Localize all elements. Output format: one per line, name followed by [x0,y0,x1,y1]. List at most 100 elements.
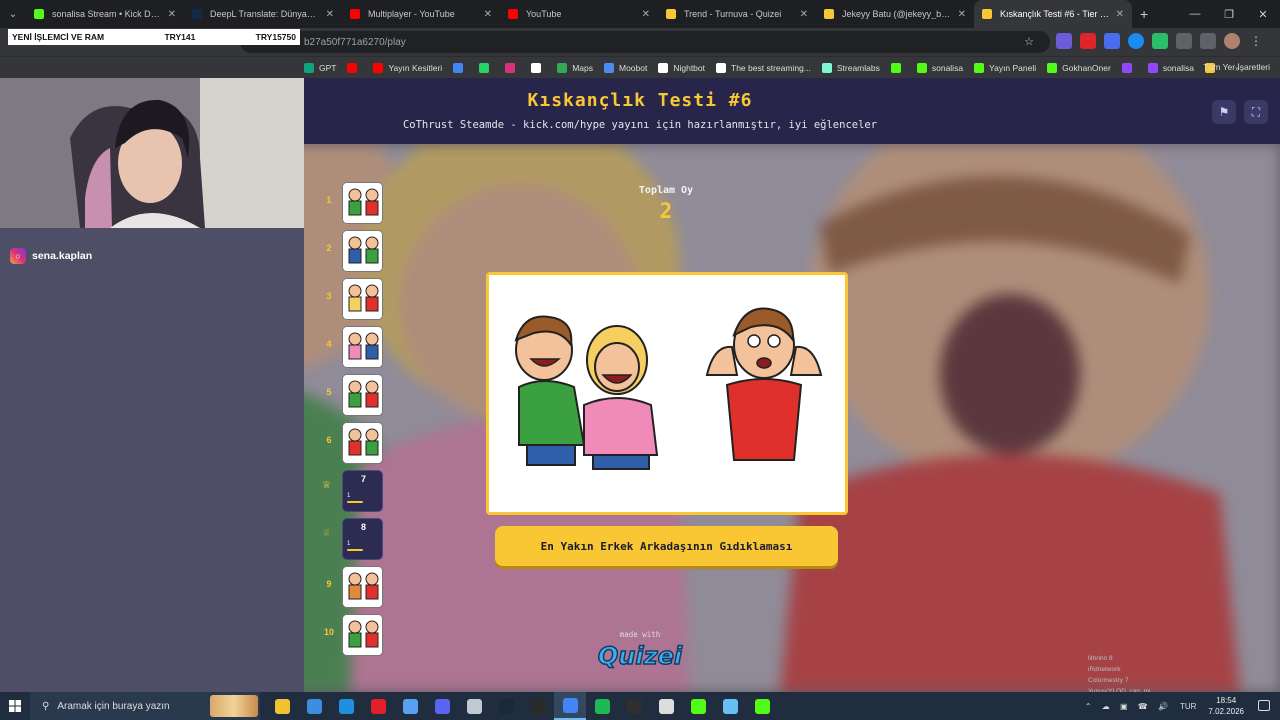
rank-slot-empty[interactable]: 81 [342,518,383,560]
red-extension-icon[interactable] [1080,33,1096,49]
notification-icon[interactable] [1258,700,1270,711]
tab-close-icon[interactable]: ✕ [958,9,966,20]
url-text[interactable]: b27a50f771a6270/play [304,37,406,48]
vpn-extension-icon[interactable] [1152,33,1168,49]
total-votes-count: 2 [659,199,673,223]
tab-close-icon[interactable]: ✕ [1116,9,1124,20]
bookmark-item[interactable] [453,62,468,73]
bookmark-icon [479,62,490,73]
answer-button[interactable]: En Yakın Erkek Arkadaşının Gıdıklaması [495,526,838,566]
taskbar-app[interactable] [298,692,330,720]
rank-slot-thumbnail[interactable] [342,230,383,272]
bookmark-item[interactable]: sonalisa [1147,62,1194,73]
taskbar-app[interactable] [554,692,586,720]
search-highlight-image[interactable] [210,695,258,717]
bookmark-item[interactable]: The best streaming... [716,62,811,73]
browser-tab[interactable]: Trend - Turnuva - Quizei ✕ [658,0,816,28]
taskbar-app[interactable] [714,692,746,720]
more-menu-icon[interactable]: ⋮ [1248,33,1264,49]
taskbar-app[interactable] [426,692,458,720]
browser-tab[interactable]: Jekeyy Batu (@jekeyy_batu) • T ✕ [816,0,974,28]
report-flag-button[interactable]: ⚑ [1212,100,1236,124]
bookmark-item[interactable]: Moobot [603,62,647,73]
taskbar-app[interactable] [650,692,682,720]
bookmark-item[interactable] [1121,62,1137,73]
rank-slot-thumbnail[interactable] [342,182,383,224]
fullscreen-button[interactable]: ⛶ [1244,100,1268,124]
tab-close-icon[interactable]: ✕ [168,9,176,20]
rank-slot-thumbnail[interactable] [342,566,383,608]
bookmark-item[interactable]: Yayın Paneli [974,62,1036,73]
new-tab-button[interactable]: + [1140,6,1148,22]
taskbar-app[interactable] [362,692,394,720]
bookmark-item[interactable] [531,62,546,73]
opera-icon [370,698,386,714]
clock[interactable]: 18:54 7.02.2026 [1208,695,1244,717]
search-placeholder: Aramak için buraya yazın [57,700,170,712]
taskbar-app[interactable] [682,692,714,720]
taskbar-app[interactable] [394,692,426,720]
bookmark-item[interactable]: sonalisa [916,62,963,73]
restore-icon[interactable]: ❐ [1212,0,1246,28]
taskbar-app[interactable] [746,692,778,720]
bookmark-item[interactable] [505,62,520,73]
taskbar-app[interactable] [490,692,522,720]
taskbar-search[interactable]: ⚲ Aramak için buraya yazın [30,692,260,720]
bookmark-item[interactable] [890,62,906,73]
blue-extension-icon[interactable] [1128,33,1144,49]
browser-tab[interactable]: sonalisa Stream • Kick Dashboard ✕ [26,0,184,28]
tab-label: sonalisa Stream • Kick Dashboard [52,9,162,19]
quizei-logo[interactable]: Quizei [596,639,684,671]
rank-thumbnail-image [343,567,382,607]
tab-favicon-icon [982,9,992,19]
close-window-icon[interactable]: ✕ [1246,0,1280,28]
rank-slot-thumbnail[interactable] [342,374,383,416]
url-field[interactable]: b27a50f771a6270/play ☆ [240,31,1050,53]
taskbar-app[interactable] [330,692,362,720]
rank-slot-thumbnail[interactable] [342,326,383,368]
bookmark-icon [531,62,542,73]
audio-extension-icon[interactable] [1104,33,1120,49]
tab-close-icon[interactable]: ✕ [642,9,650,20]
tab-close-icon[interactable]: ✕ [326,9,334,20]
bookmark-item[interactable]: GokhanOner [1047,62,1111,73]
bookmark-item[interactable]: Maps [557,62,593,73]
tray-icons[interactable]: ⌃ ☁ ▣ ☎ 🔊 [1085,702,1172,711]
taskbar-app[interactable] [618,692,650,720]
bookmark-star-icon[interactable]: ☆ [1024,35,1034,48]
bookmark-item[interactable] [479,62,494,73]
taskbar-app[interactable] [586,692,618,720]
puzzle-icon[interactable] [1176,33,1192,49]
rank-slot-thumbnail[interactable] [342,278,383,320]
bookmark-item[interactable]: Nightbot [658,62,705,73]
rank-number: 1 [326,195,332,205]
bookmark-item[interactable] [347,62,362,73]
browser-tab[interactable]: DeepL Translate: Dünyanın en iyi ✕ [184,0,342,28]
menu-list-icon[interactable] [1200,33,1216,49]
slot-vote-count: 1 [347,541,351,547]
windows-start-icon[interactable] [0,692,30,720]
tab-favicon-icon [824,9,834,19]
tab-close-icon[interactable]: ✕ [484,9,492,20]
rank-slot-thumbnail[interactable] [342,614,383,656]
minimize-icon[interactable]: — [1178,0,1212,28]
browser-tab[interactable]: Multiplayer - YouTube ✕ [342,0,500,28]
all-bookmarks-link[interactable]: Tüm Yer İşaretleri [1203,62,1270,72]
taskbar-app[interactable] [522,692,554,720]
rank-slot-thumbnail[interactable] [342,422,383,464]
profile-avatar[interactable] [1224,33,1240,49]
rank-slot-empty[interactable]: 71 [342,470,383,512]
chrome-icon [562,697,578,713]
language-indicator[interactable]: TUR [1180,702,1196,711]
taskbar-app[interactable] [266,692,298,720]
tab-close-icon[interactable]: ✕ [800,9,808,20]
browser-tab[interactable]: YouTube ✕ [500,0,658,28]
taskbar-app[interactable] [458,692,490,720]
pen-extension-icon[interactable] [1056,33,1072,49]
question-image-card[interactable] [486,272,848,515]
bookmark-item[interactable]: GPT [304,62,336,73]
tab-search-icon[interactable]: ⌄ [0,0,26,28]
bookmark-item[interactable]: Streamlabs [821,62,880,73]
bookmark-item[interactable]: Yayın Kesitleri [373,62,442,73]
browser-tab[interactable]: Kıskançlık Testi #6 - Tier List, Kı ✕ [974,0,1132,28]
